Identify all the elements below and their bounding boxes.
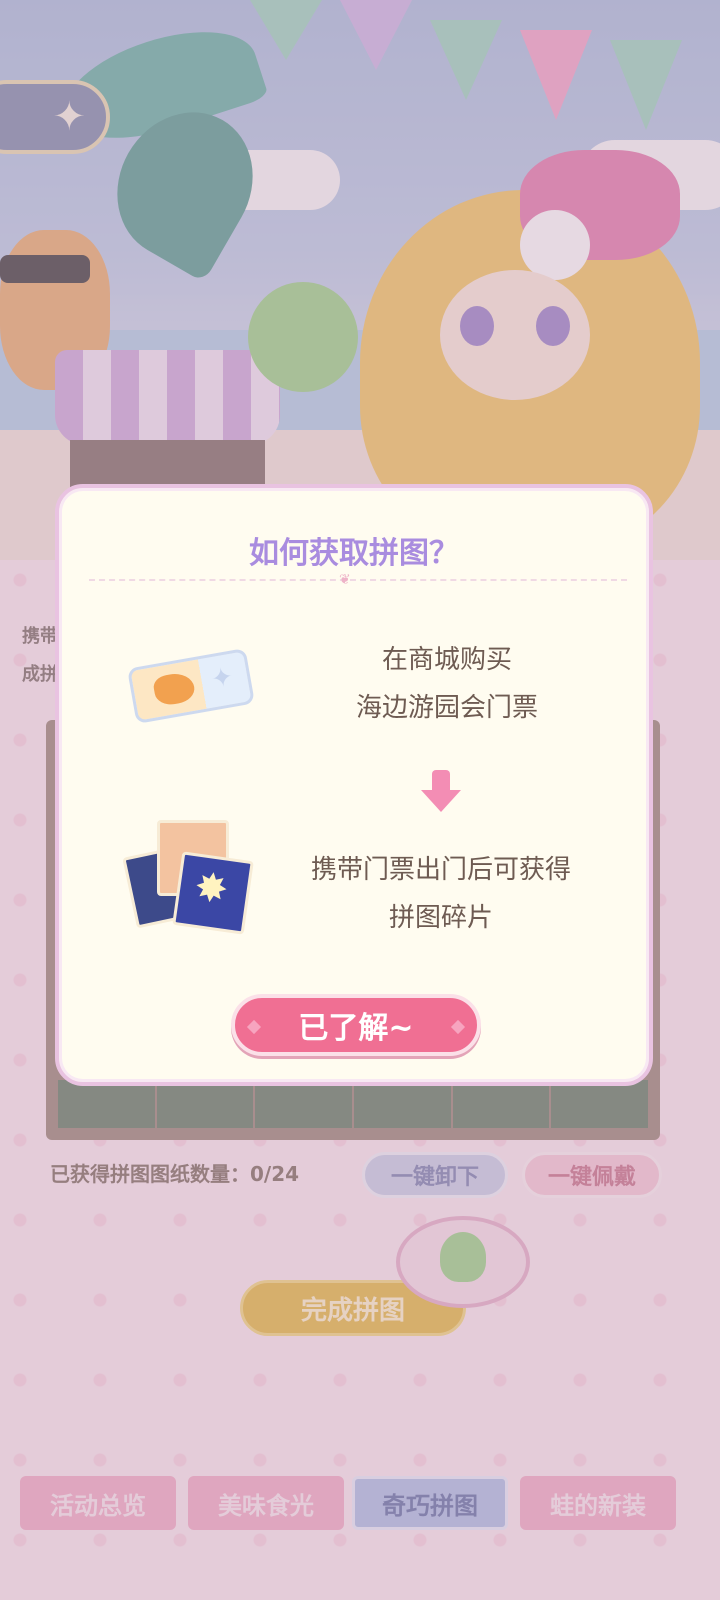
star-icon: ✦: [208, 661, 236, 696]
title-divider: [89, 579, 627, 581]
step1-line2: 海边游园会门票: [355, 693, 538, 723]
step2-line1: 携带门票出门后可获得: [310, 855, 571, 885]
diamond-icon: [450, 1019, 466, 1035]
bow-icon: ❦: [339, 572, 351, 588]
step1-line1: 在商城购买: [381, 645, 512, 675]
confirm-label: 已了解~: [298, 1011, 414, 1046]
arrow-down-icon: [421, 770, 461, 814]
taiyaki-icon: [151, 670, 197, 708]
step2-text: 携带门票出门后可获得 拼图碎片: [281, 846, 601, 942]
step2-line2: 拼图碎片: [388, 903, 493, 933]
ticket-icon: ✦: [127, 648, 255, 724]
step1-text: 在商城购买 海边游园会门票: [317, 636, 577, 732]
how-to-get-puzzle-dialog: 如何获取拼图？ ❦ ✦ 在商城购买 海边游园会门票 ✸ 携带门票出门后可获得 拼…: [55, 484, 653, 1086]
confirm-button[interactable]: 已了解~: [231, 994, 481, 1056]
dialog-title: 如何获取拼图？: [249, 536, 459, 571]
puzzle-cards-icon: ✸: [122, 820, 259, 940]
diamond-icon: [246, 1019, 262, 1035]
puzzle-card: ✸: [172, 851, 254, 935]
